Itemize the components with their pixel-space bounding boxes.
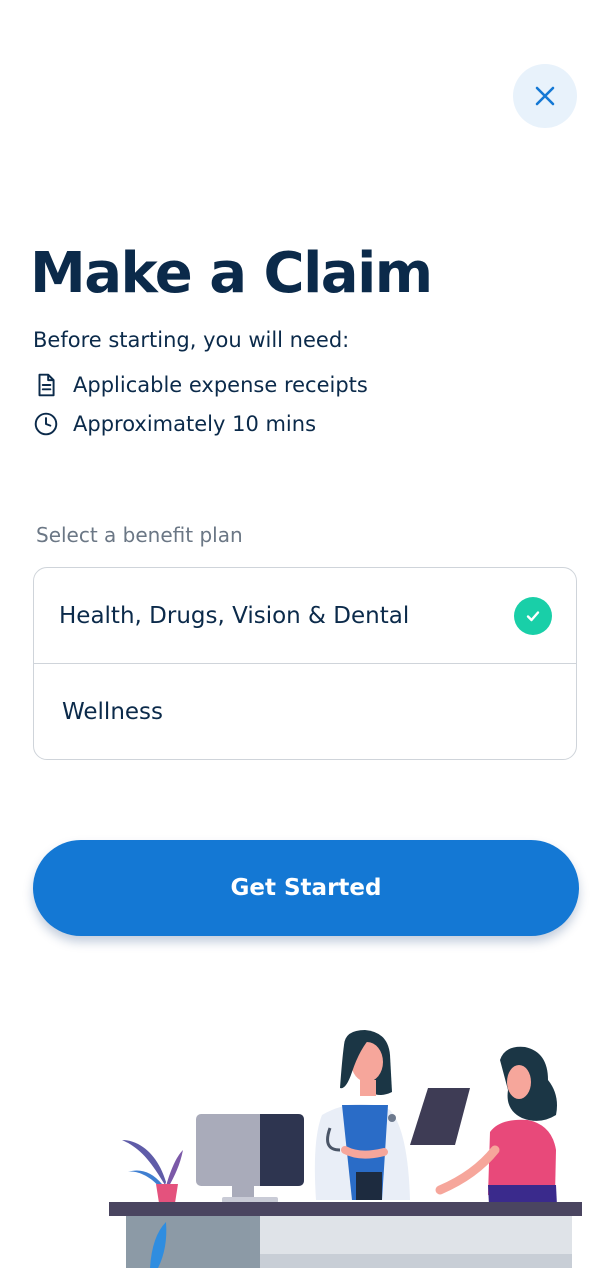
checkmark-icon bbox=[514, 597, 552, 635]
get-started-button[interactable]: Get Started bbox=[33, 840, 579, 936]
clipboard-icon bbox=[410, 1088, 470, 1145]
doctor-consultation-illustration bbox=[109, 1030, 582, 1268]
plan-option-label: Health, Drugs, Vision & Dental bbox=[59, 602, 410, 629]
benefit-plan-selector: Health, Drugs, Vision & Dental Wellness bbox=[33, 567, 577, 760]
benefit-plan-label: Select a benefit plan bbox=[36, 523, 243, 547]
page-title: Make a Claim bbox=[30, 241, 433, 306]
requirements-intro: Before starting, you will need: bbox=[33, 328, 350, 352]
plan-option-label: Wellness bbox=[62, 699, 164, 725]
plant-icon bbox=[122, 1140, 183, 1203]
clock-icon bbox=[34, 412, 58, 436]
requirement-receipts: Applicable expense receipts bbox=[33, 372, 368, 398]
requirement-label: Approximately 10 mins bbox=[73, 412, 317, 436]
plan-option-wellness[interactable]: Wellness bbox=[34, 664, 576, 759]
document-icon bbox=[38, 373, 55, 397]
doctor-figure bbox=[314, 1030, 410, 1200]
computer-monitor-icon bbox=[196, 1114, 304, 1203]
requirement-time: Approximately 10 mins bbox=[33, 411, 316, 437]
plan-option-health[interactable]: Health, Drugs, Vision & Dental bbox=[34, 568, 576, 664]
reception-desk bbox=[109, 1202, 582, 1268]
close-button[interactable] bbox=[513, 64, 577, 128]
close-icon bbox=[535, 86, 555, 106]
requirement-label: Applicable expense receipts bbox=[73, 373, 368, 397]
